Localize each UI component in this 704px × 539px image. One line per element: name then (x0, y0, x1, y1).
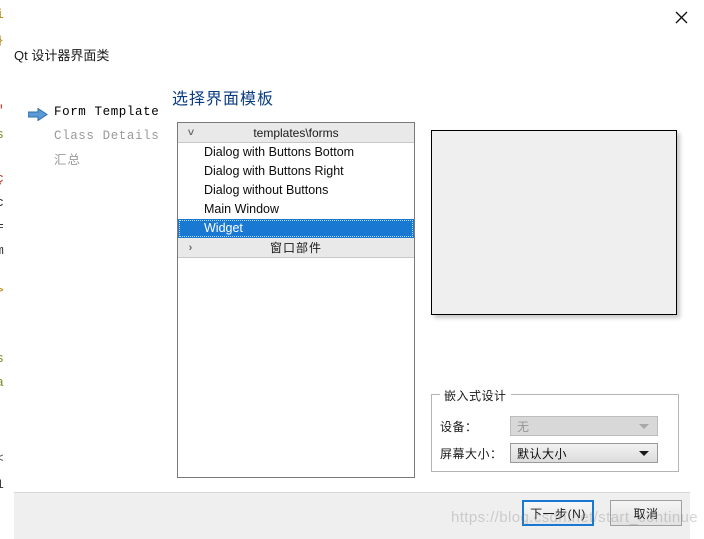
template-list[interactable]: ˅ templates\forms Dialog with Buttons Bo… (177, 122, 415, 478)
screen-size-label: 屏幕大小： (440, 446, 503, 461)
screen-size-value: 默认大小 (517, 446, 568, 461)
current-step-arrow-icon (27, 106, 48, 122)
code-fragment: < (0, 452, 4, 465)
wizard-step-list: Form Template Class Details 汇总 (18, 100, 168, 172)
list-item[interactable]: Dialog without Buttons (178, 181, 414, 200)
embedded-design-groupbox: 嵌入式设计 设备： 无 屏幕大小： 默认大小 (431, 387, 679, 472)
device-combobox: 无 (510, 416, 658, 436)
next-button[interactable]: 下一步(N) (522, 500, 594, 526)
cancel-button[interactable]: 取消 (610, 500, 682, 526)
template-group-header-widgets[interactable]: › 窗口部件 (178, 238, 414, 258)
template-preview (431, 130, 677, 315)
list-item[interactable]: Dialog with Buttons Right (178, 162, 414, 181)
device-row: 设备： 无 (440, 416, 658, 436)
dialog-title: Qt 设计器界面类 (14, 48, 110, 63)
list-item[interactable]: Dialog with Buttons Bottom (178, 143, 414, 162)
chevron-down-icon: ˅ (187, 126, 195, 139)
preview-canvas (431, 130, 677, 315)
background-code-strip: i}"sçc=m>sa<1 (0, 0, 18, 538)
code-fragment: a (0, 376, 4, 389)
code-fragment: m (0, 244, 4, 257)
embedded-design-title: 嵌入式设计 (440, 387, 511, 404)
dialog-titlebar (14, 0, 704, 36)
wizard-step-form-template[interactable]: Form Template (18, 100, 168, 124)
code-fragment: ç (0, 172, 4, 185)
list-item[interactable]: Main Window (178, 200, 414, 219)
wizard-step-label: Class Details (54, 129, 160, 143)
code-fragment: s (0, 128, 4, 141)
screen-size-row: 屏幕大小： 默认大小 (440, 443, 658, 463)
code-fragment: } (0, 34, 4, 47)
wizard-step-class-details[interactable]: Class Details (18, 124, 168, 148)
template-group-label: 窗口部件 (269, 241, 322, 255)
code-fragment: i (0, 8, 4, 21)
dialog-footer: 下一步(N) 取消 (14, 492, 690, 539)
template-group-label: templates\forms (253, 125, 339, 140)
wizard-step-label: Form Template (54, 105, 160, 119)
code-fragment: > (0, 284, 4, 297)
chevron-down-icon (639, 424, 649, 429)
list-item-selected[interactable]: Widget (178, 219, 414, 238)
close-icon[interactable] (664, 2, 698, 32)
code-fragment: " (0, 104, 4, 117)
screen-size-combobox[interactable]: 默认大小 (510, 443, 658, 463)
wizard-step-label: 汇总 (54, 153, 82, 167)
code-fragment: = (0, 220, 4, 233)
chevron-down-icon (639, 451, 649, 456)
chevron-right-icon: › (188, 241, 194, 254)
device-label: 设备： (440, 419, 478, 434)
qt-designer-form-wizard: Qt 设计器界面类 Form Template Class Details 汇总… (0, 0, 704, 539)
template-group-header-forms[interactable]: ˅ templates\forms (178, 123, 414, 143)
code-fragment: s (0, 352, 4, 365)
page-title: 选择界面模板 (172, 91, 275, 108)
code-fragment: c (0, 196, 4, 209)
wizard-step-summary[interactable]: 汇总 (18, 148, 168, 172)
device-value: 无 (517, 419, 530, 434)
code-fragment: 1 (0, 478, 4, 491)
